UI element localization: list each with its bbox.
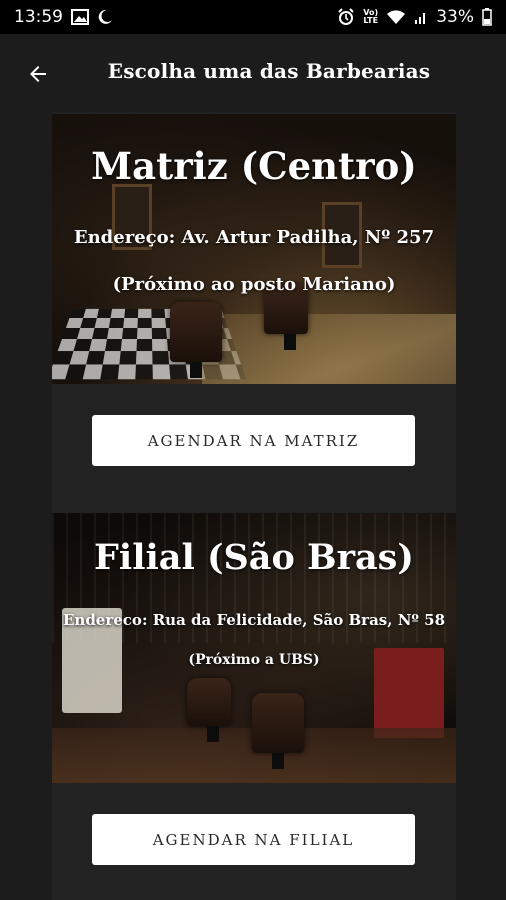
barber-chair xyxy=(252,693,304,753)
signal-icon xyxy=(414,9,428,25)
schedule-matriz-button[interactable]: AGENDAR NA MATRIZ xyxy=(92,415,415,466)
location-address: Endereco: Rua da Felicidade, São Bras, N… xyxy=(52,611,456,629)
location-card-filial: Filial (São Bras) Endereco: Rua da Felic… xyxy=(52,513,456,783)
status-time: 13:59 xyxy=(14,7,63,27)
battery-percent: 33% xyxy=(436,7,474,27)
page-title: Escolha uma das Barbearias xyxy=(0,59,506,83)
volte-bottom: LTE xyxy=(363,17,378,25)
location-name: Matriz (Centro) xyxy=(52,144,456,188)
location-name: Filial (São Bras) xyxy=(52,537,456,578)
locations-list: Matriz (Centro) Endereço: Av. Artur Padi… xyxy=(52,112,456,900)
night-mode-icon xyxy=(97,9,113,25)
schedule-filial-button[interactable]: AGENDAR NA FILIAL xyxy=(92,814,415,865)
volte-indicator: Vo) LTE xyxy=(363,9,378,25)
barber-chair xyxy=(170,302,222,362)
alarm-icon xyxy=(337,8,355,26)
location-reference: (Próximo a UBS) xyxy=(52,652,456,668)
wood-floor xyxy=(202,314,456,384)
location-card-matriz: Matriz (Centro) Endereço: Av. Artur Padi… xyxy=(52,114,456,384)
wifi-icon xyxy=(386,9,406,25)
battery-icon xyxy=(482,8,492,26)
location-reference: (Próximo ao posto Mariano) xyxy=(52,274,456,295)
app-bar: Escolha uma das Barbearias xyxy=(0,34,506,112)
barber-chair xyxy=(187,678,231,726)
location-address: Endereço: Av. Artur Padilha, Nº 257 xyxy=(52,227,456,248)
status-left: 13:59 xyxy=(14,7,113,27)
status-bar: 13:59 Vo) LTE 33% xyxy=(0,0,506,34)
status-right: Vo) LTE 33% xyxy=(337,7,492,27)
gallery-icon xyxy=(71,9,89,25)
